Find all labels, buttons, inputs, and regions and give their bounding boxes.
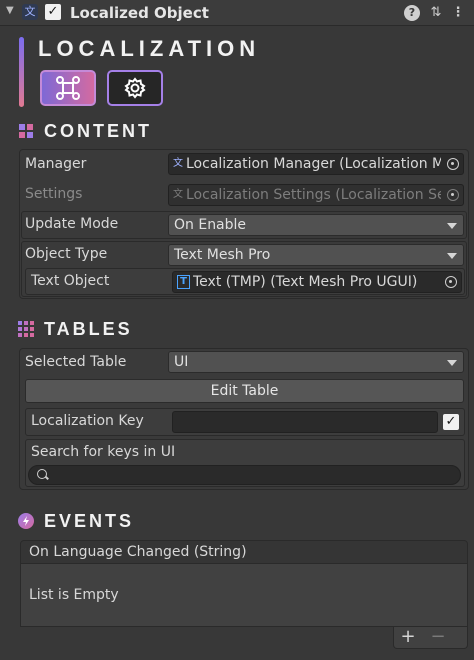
- presets-icon[interactable]: ⇅: [428, 5, 444, 21]
- search-icon: [37, 469, 47, 479]
- update-mode-dropdown[interactable]: On Enable: [168, 214, 464, 236]
- lightning-icon: [18, 513, 34, 529]
- localization-key-input[interactable]: [172, 411, 438, 433]
- text-object-label: Text Object: [31, 273, 110, 289]
- object-picker-icon: [447, 189, 459, 201]
- fold-arrow-icon[interactable]: ▼: [6, 6, 16, 16]
- settings-label: Settings: [25, 186, 83, 202]
- dropdown-arrow-icon: [447, 223, 457, 229]
- selected-table-dropdown[interactable]: UI: [168, 351, 464, 373]
- help-icon[interactable]: ?: [404, 5, 420, 21]
- tables-section-title: TABLES: [44, 319, 133, 339]
- remove-listener-button[interactable]: −: [430, 628, 446, 646]
- update-mode-value: On Enable: [174, 217, 247, 233]
- dropdown-arrow-icon: [447, 253, 457, 259]
- edit-table-button[interactable]: Edit Table: [25, 379, 464, 403]
- text-object-field[interactable]: T Text (TMP) (Text Mesh Pro UGUI): [172, 271, 462, 293]
- component-title: Localized Object: [70, 4, 209, 22]
- brand-title: LOCALIZATION: [38, 36, 261, 61]
- component-enabled-checkbox[interactable]: ✓: [45, 4, 61, 20]
- localization-manager-icon: 文: [173, 158, 183, 169]
- content-section-title: CONTENT: [44, 121, 152, 141]
- language-changed-event-header: On Language Changed (String): [20, 540, 468, 564]
- tmp-text-icon: T: [177, 275, 190, 289]
- add-listener-button[interactable]: +: [400, 628, 416, 646]
- object-picker-icon[interactable]: [447, 158, 459, 170]
- component-menu-icon[interactable]: ⋮: [450, 5, 466, 21]
- settings-button[interactable]: [107, 70, 163, 106]
- localization-component-icon: 文: [22, 4, 38, 20]
- settings-field: 文 Localization Settings (Localization Se…: [168, 184, 464, 206]
- manager-value: Localization Manager (Localization Manag…: [186, 156, 441, 172]
- manager-label: Manager: [25, 156, 87, 172]
- search-keys-label: Search for keys in UI: [31, 444, 176, 460]
- content-section-icon: [19, 124, 33, 138]
- object-picker-icon[interactable]: [445, 276, 457, 288]
- tables-section-icon: [18, 321, 34, 337]
- command-icon: [56, 76, 80, 100]
- localization-settings-icon: 文: [173, 189, 183, 200]
- selected-table-value: UI: [174, 354, 189, 370]
- localization-key-toggle[interactable]: ✓: [443, 414, 459, 430]
- search-keys-input[interactable]: [28, 465, 461, 485]
- text-object-value: Text (TMP) (Text Mesh Pro UGUI): [193, 274, 418, 290]
- gear-icon: [124, 77, 146, 99]
- dropdown-arrow-icon: [447, 360, 457, 366]
- empty-list-text: List is Empty: [29, 587, 119, 603]
- selected-table-label: Selected Table: [25, 354, 127, 370]
- command-button[interactable]: [40, 70, 96, 106]
- object-type-value: Text Mesh Pro: [174, 247, 271, 263]
- object-type-dropdown[interactable]: Text Mesh Pro: [168, 244, 464, 266]
- event-list-footer: + −: [393, 627, 468, 649]
- component-header: ▼ 文 ✓ Localized Object ? ⇅ ⋮: [0, 0, 474, 26]
- update-mode-label: Update Mode: [25, 216, 119, 232]
- manager-field[interactable]: 文 Localization Manager (Localization Man…: [168, 153, 464, 175]
- settings-value: Localization Settings (Localization Sett…: [186, 187, 441, 203]
- object-type-label: Object Type: [25, 246, 108, 262]
- localization-key-label: Localization Key: [31, 413, 144, 429]
- brand-accent-bar: [19, 37, 24, 107]
- event-list-body: List is Empty: [20, 564, 468, 627]
- events-section-title: EVENTS: [44, 511, 135, 531]
